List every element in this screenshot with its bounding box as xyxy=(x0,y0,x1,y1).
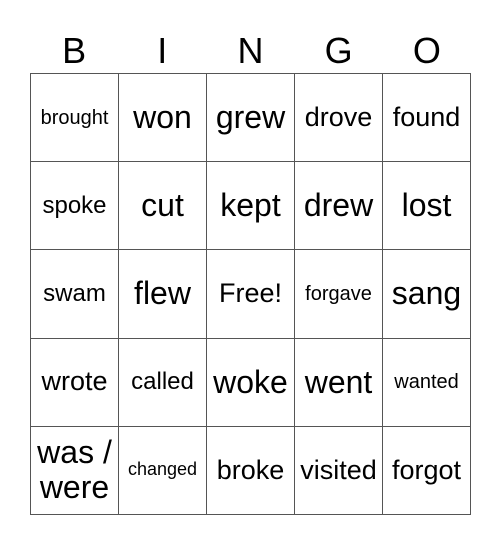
header-letter-n: N xyxy=(237,30,264,71)
bingo-cell: called xyxy=(119,338,207,427)
bingo-cell: flew xyxy=(119,250,207,339)
header-letter-b: B xyxy=(62,30,87,71)
bingo-cell: forgot xyxy=(383,426,471,515)
free-space: Free! xyxy=(207,250,295,339)
bingo-cell: changed xyxy=(119,426,207,515)
header-letter-i: I xyxy=(157,30,168,71)
bingo-cell: brought xyxy=(31,74,119,163)
bingo-cell: sang xyxy=(383,250,471,339)
header-letter-g: G xyxy=(324,30,353,71)
bingo-cell: kept xyxy=(207,162,295,251)
bingo-cell: visited xyxy=(295,426,383,515)
bingo-grid: brought won grew drove found spoke cut k… xyxy=(30,73,471,515)
bingo-cell: drove xyxy=(295,74,383,163)
bingo-cell: wanted xyxy=(383,338,471,427)
bingo-cell: lost xyxy=(383,162,471,251)
bingo-cell: broke xyxy=(207,426,295,515)
bingo-cell: swam xyxy=(31,250,119,339)
bingo-cell: forgave xyxy=(295,250,383,339)
bingo-cell: woke xyxy=(207,338,295,427)
bingo-cell: was / were xyxy=(31,426,119,515)
header-letter-o: O xyxy=(412,30,441,71)
bingo-header: B I N G O xyxy=(30,28,471,73)
bingo-cell: won xyxy=(119,74,207,163)
bingo-cell: found xyxy=(383,74,471,163)
bingo-cell: spoke xyxy=(31,162,119,251)
bingo-cell: cut xyxy=(119,162,207,251)
bingo-cell: grew xyxy=(207,74,295,163)
bingo-cell: went xyxy=(295,338,383,427)
bingo-cell: wrote xyxy=(31,338,119,427)
bingo-cell: drew xyxy=(295,162,383,251)
